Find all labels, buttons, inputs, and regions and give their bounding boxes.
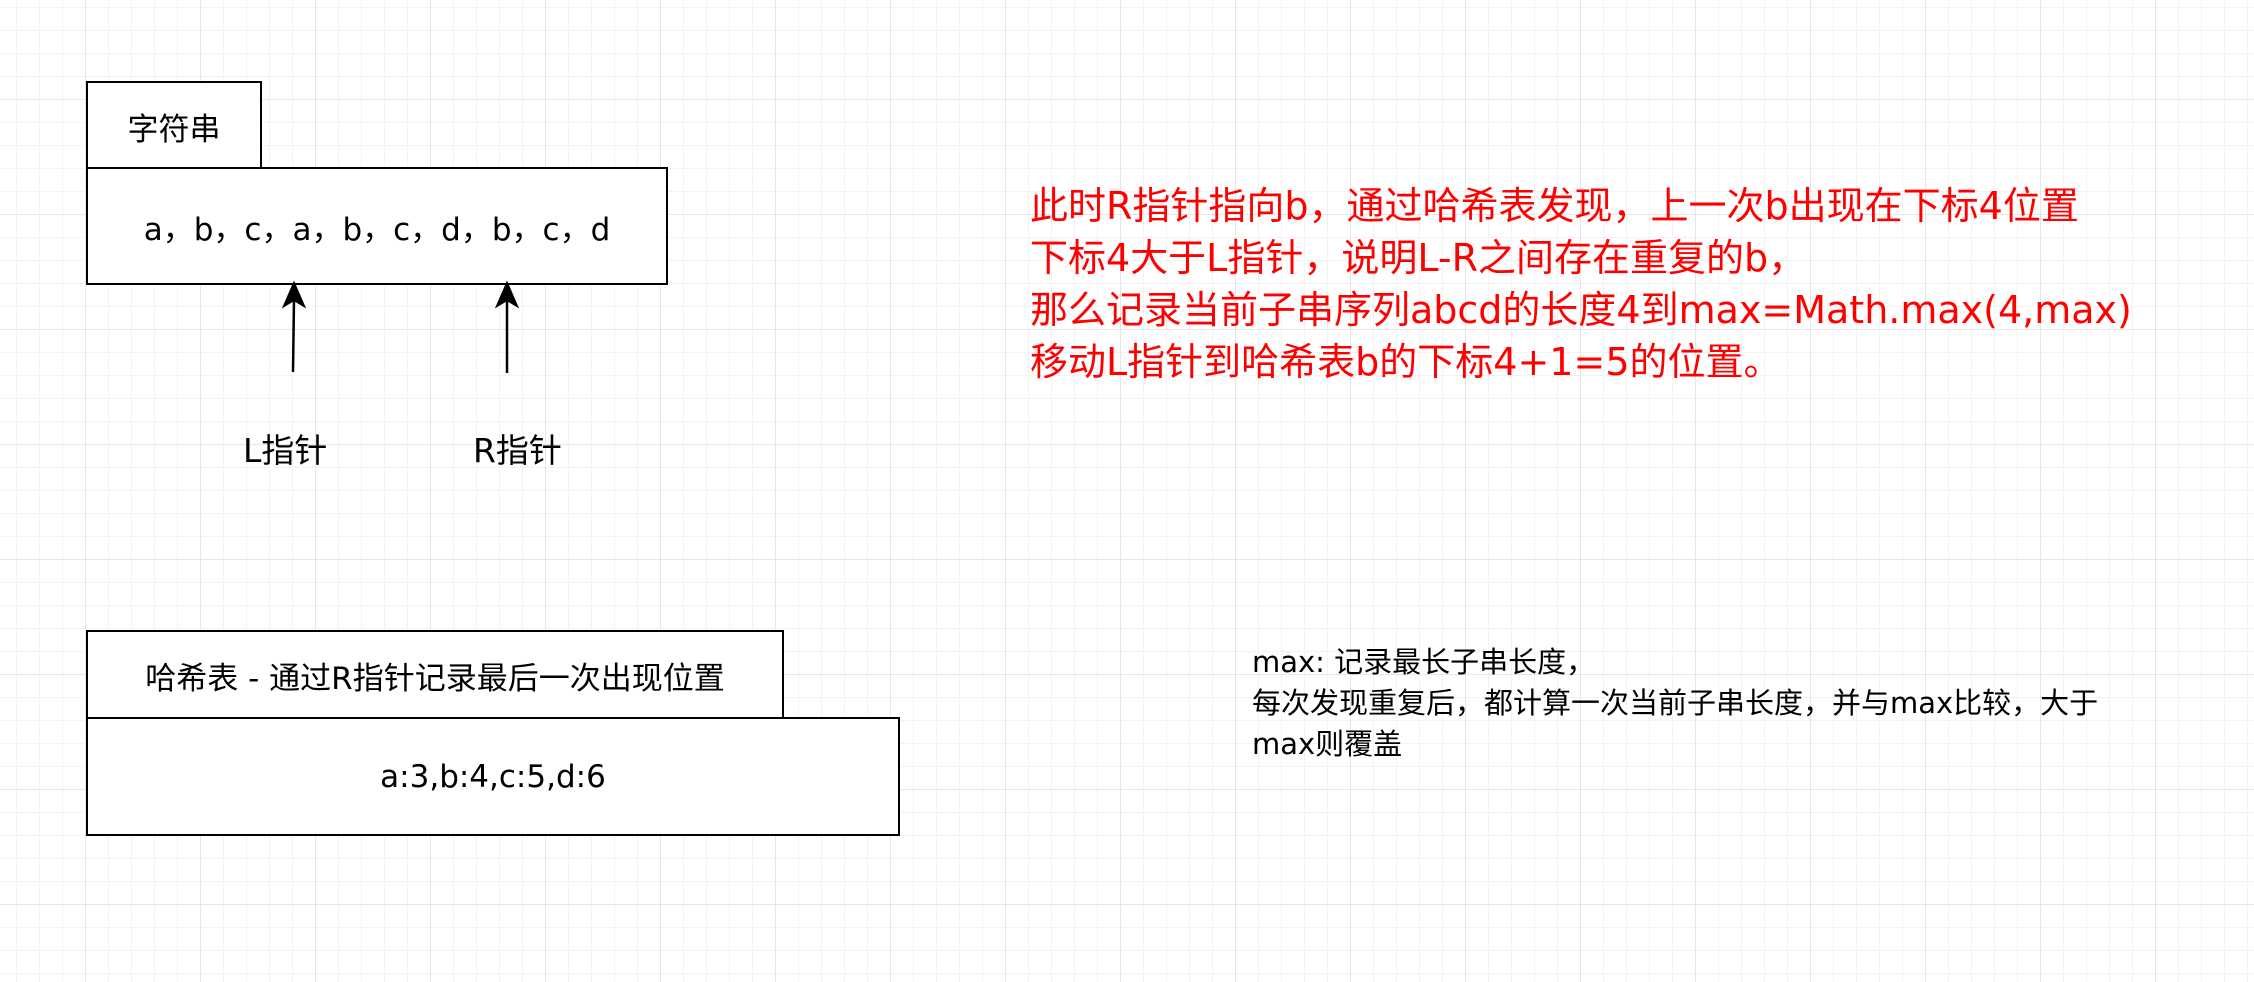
hash-tab-label: 哈希表 - 通过R指针记录最后一次出现位置 bbox=[145, 661, 725, 697]
max-explanation-note: max: 记录最长子串长度， 每次发现重复后，都计算一次当前子串长度，并与max比… bbox=[1252, 642, 2098, 765]
red-note-line: 下标4大于L指针，说明L-R之间存在重复的b， bbox=[1030, 236, 1807, 280]
right-pointer-label: R指针 bbox=[473, 431, 562, 470]
max-note-line: 每次发现重复后，都计算一次当前子串长度，并与max比较，大于 bbox=[1252, 686, 2099, 720]
string-box: a，b，c，a，b，c，d，b，c，d bbox=[86, 167, 668, 285]
max-note-line: max则覆盖 bbox=[1252, 727, 1403, 761]
hash-tab: 哈希表 - 通过R指针记录最后一次出现位置 bbox=[86, 630, 784, 721]
max-note-line: max: 记录最长子串长度， bbox=[1252, 645, 1596, 679]
string-tab: 字符串 bbox=[86, 81, 262, 171]
red-note-line: 此时R指针指向b，通过哈希表发现，上一次b出现在下标4位置 bbox=[1030, 184, 2079, 228]
string-tab-label: 字符串 bbox=[127, 111, 221, 148]
hash-content: a:3,b:4,c:5,d:6 bbox=[380, 758, 606, 795]
string-content: a，b，c，a，b，c，d，b，c，d bbox=[143, 211, 611, 248]
red-note-line: 那么记录当前子串序列abcd的长度4到max=Math.max(4,max) bbox=[1030, 288, 2132, 332]
red-explanation-note: 此时R指针指向b，通过哈希表发现，上一次b出现在下标4位置 下标4大于L指针，说明… bbox=[1030, 180, 2132, 388]
left-pointer-arrow bbox=[281, 280, 307, 373]
red-note-line: 移动L指针到哈希表b的下标4+1=5的位置。 bbox=[1030, 340, 1782, 384]
right-pointer-arrow bbox=[494, 280, 520, 373]
hash-box: a:3,b:4,c:5,d:6 bbox=[86, 717, 900, 836]
left-pointer-label: L指针 bbox=[243, 431, 328, 470]
